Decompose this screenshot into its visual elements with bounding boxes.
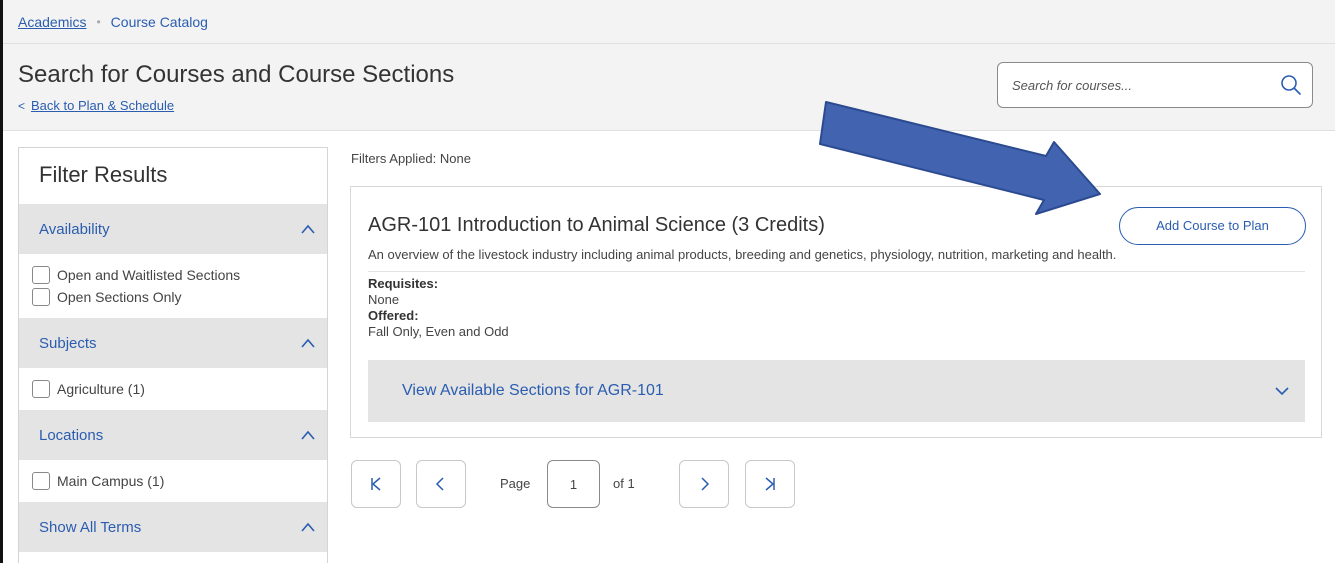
filter-group-body-availability: Open and Waitlisted Sections Open Sectio… (19, 254, 327, 318)
filter-option-label: Main Campus (1) (57, 473, 165, 489)
chevron-up-icon (301, 224, 315, 234)
page-title: Search for Courses and Course Sections (18, 61, 455, 88)
offered-label: Offered: (368, 308, 419, 323)
filter-panel-title: Filter Results (39, 162, 168, 187)
view-sections-toggle[interactable]: View Available Sections for AGR-101 (368, 360, 1305, 422)
breadcrumb: Academics • Course Catalog (3, 0, 1335, 44)
filter-option[interactable]: Agriculture (1) (32, 378, 327, 400)
filter-group-label: Show All Terms (39, 518, 142, 536)
previous-page-button[interactable] (416, 460, 466, 508)
filter-group-body-subjects: Agriculture (1) (19, 368, 327, 410)
filter-group-label: Availability (39, 220, 110, 238)
chevron-down-icon (1275, 387, 1289, 396)
filter-option[interactable]: Open Sections Only (32, 286, 327, 308)
filter-group-label: Locations (39, 426, 104, 444)
next-page-button[interactable] (679, 460, 729, 508)
requisites-label: Requisites: (368, 276, 439, 291)
filter-option-label: Open and Waitlisted Sections (57, 267, 241, 283)
next-page-icon (701, 477, 710, 491)
last-page-icon (765, 477, 775, 491)
last-page-button[interactable] (745, 460, 795, 508)
breadcrumb-course-catalog-link[interactable]: Course Catalog (111, 14, 208, 30)
page-header: Search for Courses and Course Sections <… (3, 44, 1335, 131)
page-label: Page (500, 476, 531, 491)
course-title: AGR-101 Introduction to Animal Science (… (368, 214, 825, 236)
filter-option-label: Agriculture (1) (57, 381, 145, 397)
filter-option[interactable]: Main Campus (1) (32, 470, 327, 492)
add-course-to-plan-button[interactable]: Add Course to Plan (1119, 207, 1306, 245)
course-description: An overview of the livestock industry in… (368, 247, 1117, 262)
chevron-up-icon (301, 522, 315, 532)
filter-option[interactable]: Open and Waitlisted Sections (32, 264, 327, 286)
requisites-value: None (368, 292, 400, 307)
back-to-plan-link[interactable]: < Back to Plan & Schedule (18, 98, 174, 113)
first-page-button[interactable] (351, 460, 401, 508)
view-sections-label: View Available Sections for AGR-101 (402, 382, 664, 399)
checkbox[interactable] (32, 266, 50, 284)
chevron-up-icon (301, 430, 315, 440)
checkbox[interactable] (32, 472, 50, 490)
filter-group-label: Subjects (39, 334, 97, 352)
filter-option-label: Open Sections Only (57, 289, 182, 305)
checkbox[interactable] (32, 380, 50, 398)
course-card: AGR-101 Introduction to Animal Science (… (350, 186, 1322, 438)
chevron-up-icon (301, 338, 315, 348)
filter-results-panel: Filter Results Availability Open and Wai… (18, 147, 328, 563)
breadcrumb-separator: • (96, 14, 101, 29)
filter-group-body-locations: Main Campus (1) (19, 460, 327, 502)
filter-group-locations[interactable]: Locations (19, 410, 327, 460)
checkbox[interactable] (32, 288, 50, 306)
divider (368, 271, 1305, 272)
course-search-input[interactable] (1012, 75, 1262, 95)
offered-value: Fall Only, Even and Odd (368, 324, 509, 339)
page-total-label: of 1 (613, 476, 635, 491)
filter-group-subjects[interactable]: Subjects (19, 318, 327, 368)
previous-page-icon (435, 477, 444, 491)
filter-group-availability[interactable]: Availability (19, 204, 327, 254)
filter-group-show-all-terms[interactable]: Show All Terms (19, 502, 327, 552)
search-icon[interactable] (1280, 74, 1302, 96)
first-page-icon (371, 477, 381, 491)
back-link-label: Back to Plan & Schedule (31, 98, 175, 113)
breadcrumb-academics-link[interactable]: Academics (18, 14, 86, 30)
filters-applied-text: Filters Applied: None (351, 151, 471, 166)
annotation-arrow-icon (819, 101, 1101, 215)
page-number-input[interactable] (547, 460, 600, 508)
chevron-left-icon: < (18, 98, 26, 113)
